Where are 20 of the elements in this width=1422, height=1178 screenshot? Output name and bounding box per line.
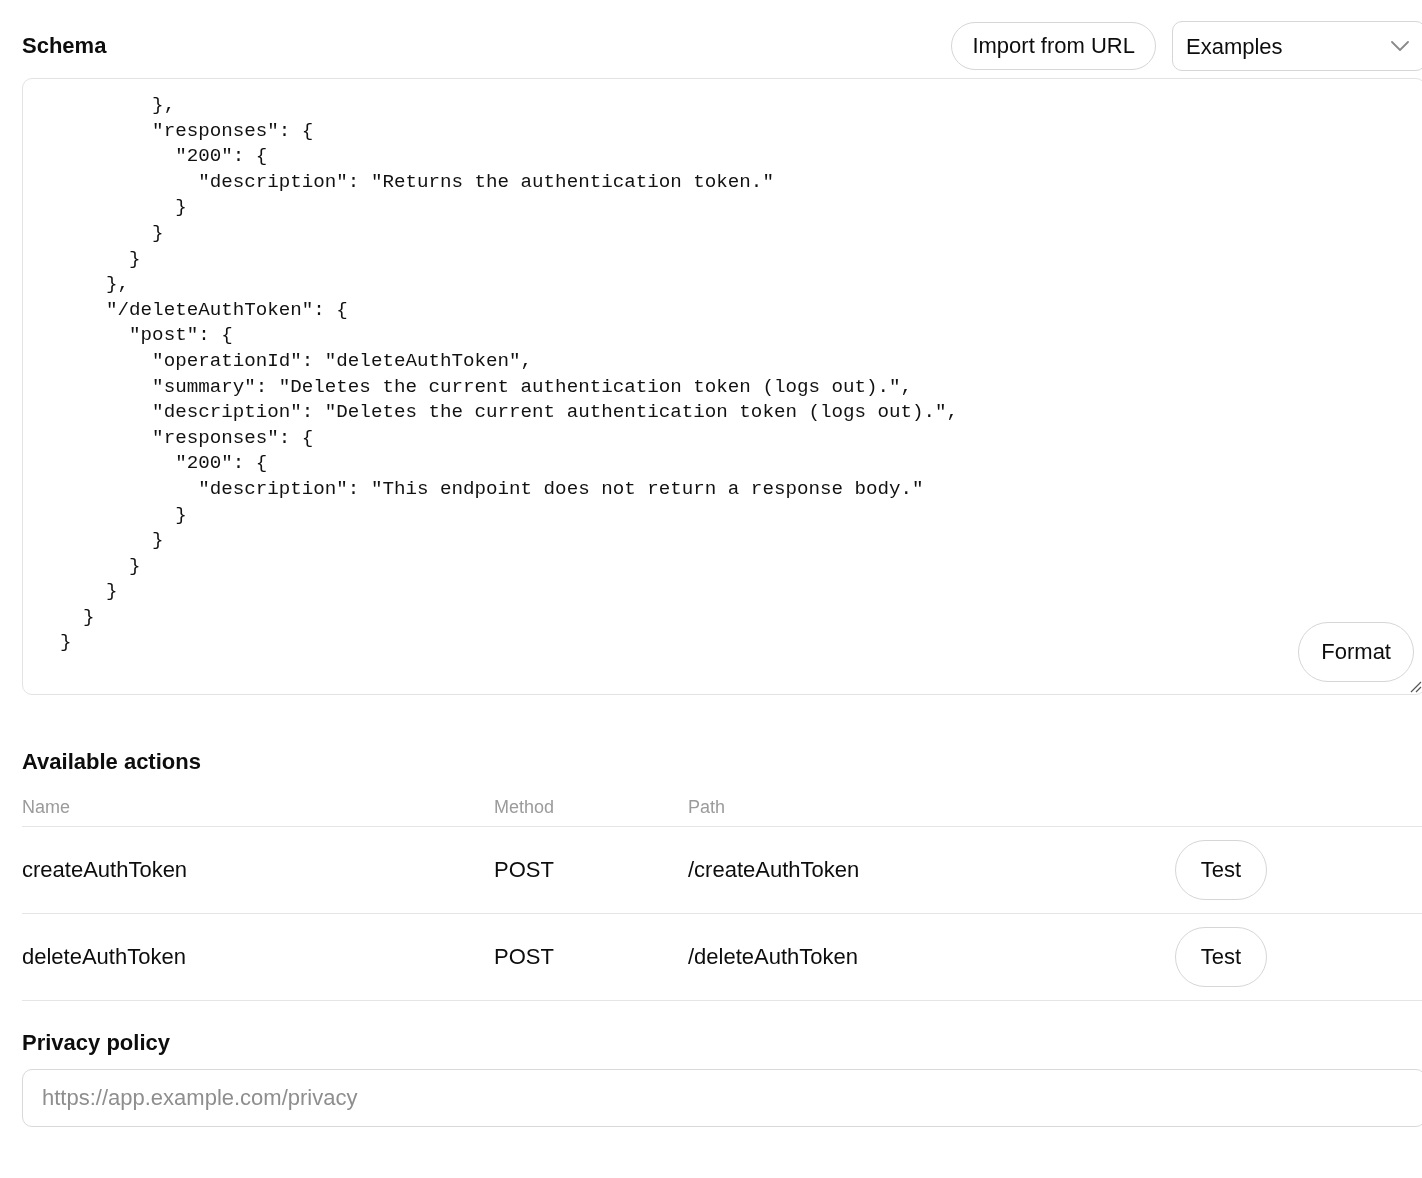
resize-handle-icon[interactable]: [1410, 681, 1422, 693]
column-header: Method: [494, 797, 555, 817]
table-cell: /createAuthToken: [688, 857, 860, 882]
format-button[interactable]: Format: [1298, 622, 1414, 682]
table-cell: /deleteAuthToken: [688, 944, 859, 969]
table-cell: POST: [494, 857, 554, 882]
section-title: Available actions: [22, 748, 202, 776]
table-cell: POST: [494, 944, 554, 969]
test-button[interactable]: Test: [1175, 840, 1267, 900]
import-from-url-button[interactable]: Import from URL: [951, 22, 1156, 70]
examples-dropdown[interactable]: Examples: [1172, 21, 1422, 71]
column-header: Name: [22, 797, 70, 817]
table-cell: deleteAuthToken: [22, 944, 186, 969]
field-label: Privacy policy: [22, 1029, 171, 1057]
column-header: Path: [688, 797, 726, 817]
test-button[interactable]: Test: [1175, 927, 1267, 987]
section-title: Schema: [22, 32, 107, 60]
privacy-policy-url-field[interactable]: https://app.example.com/privacy: [22, 1069, 1422, 1127]
table-cell: createAuthToken: [22, 857, 188, 882]
chevron-down-icon: [1391, 41, 1409, 51]
